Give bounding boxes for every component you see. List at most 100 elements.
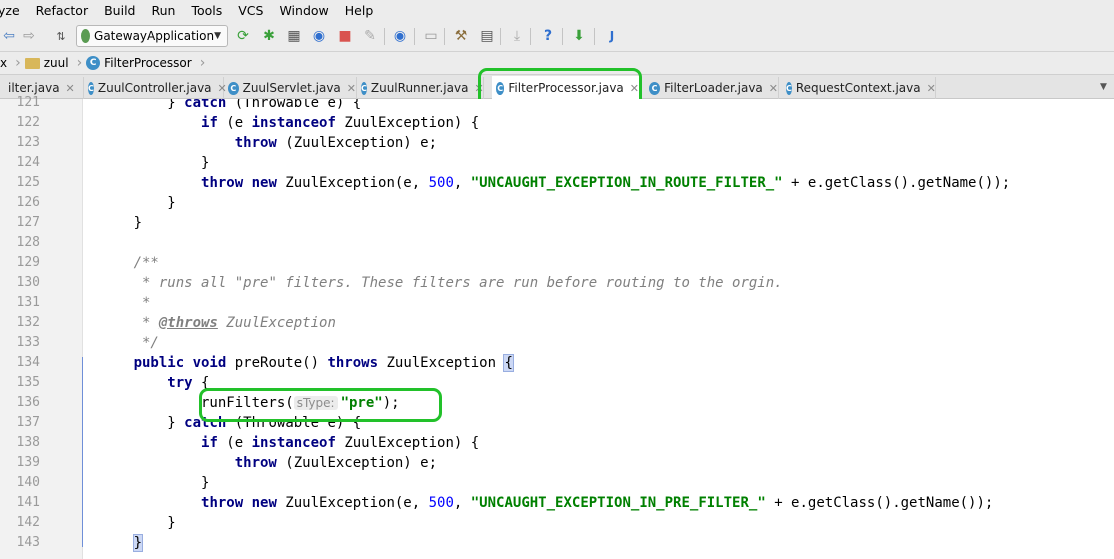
code-line: } (83, 155, 210, 171)
line-number: 123 (16, 135, 40, 150)
menu-run[interactable]: Run (143, 3, 183, 18)
line-number: 136 (16, 395, 40, 410)
line-number: 128 (16, 235, 40, 250)
breadcrumb: x › zuul › C FilterProcessor › (0, 52, 1114, 75)
close-icon[interactable]: ✕ (66, 82, 75, 95)
chevron-right-icon: › (76, 55, 83, 71)
line-number: 138 (16, 435, 40, 450)
chevron-down-icon: ▼ (214, 31, 221, 41)
tab-label: RequestContext.java (795, 81, 921, 95)
close-icon[interactable]: ✕ (630, 82, 639, 95)
rerun-icon[interactable]: ⟳ (234, 27, 252, 45)
code-editor[interactable]: } catch (Throwable e) { if (e instanceof… (83, 99, 1114, 559)
javadoc-text: * runs all "pre" filters. These filters … (142, 275, 783, 291)
tab-requestcontext[interactable]: C RequestContext.java ✕ (782, 77, 936, 99)
update-icon[interactable]: ◉ (391, 27, 409, 45)
menu-build[interactable]: Build (96, 3, 143, 18)
run-configuration-label: GatewayApplication (94, 29, 215, 43)
close-icon[interactable]: ✕ (474, 82, 483, 95)
download-icon[interactable]: ⤓ (508, 27, 526, 45)
menu-bar: yze Refactor Build Run Tools VCS Window … (0, 0, 1114, 21)
folder-icon (24, 57, 40, 69)
line-number: 137 (16, 415, 40, 430)
breadcrumb-item-filterprocessor[interactable]: C FilterProcessor (86, 56, 196, 70)
line-number: 131 (16, 295, 40, 310)
menu-refactor[interactable]: Refactor (28, 3, 96, 18)
toolbar-separator (562, 28, 563, 45)
code-line: * runs all "pre" filters. These filters … (83, 273, 1114, 293)
coverage-icon[interactable]: ▦ (285, 27, 303, 45)
toolbar: ⇦ ⇨ ⇅ GatewayApplication ▼ ⟳ ✱ ▦ ◉ ■ ✎ ◉… (0, 21, 1114, 52)
line-number: 143 (16, 535, 40, 550)
menu-help[interactable]: Help (337, 3, 382, 18)
route-filter-string: "UNCAUGHT_EXCEPTION_IN_ROUTE_FILTER_" (470, 175, 783, 191)
tab-zuulrunner[interactable]: C ZuulRunner.java ✕ (357, 77, 484, 99)
line-number: 134 (16, 355, 40, 370)
run-configuration-select[interactable]: GatewayApplication ▼ (76, 25, 228, 47)
class-icon: C (649, 81, 661, 95)
help-icon[interactable]: ? (539, 27, 557, 45)
code-line: } (83, 515, 176, 531)
pre-filter-string: "UNCAUGHT_EXCEPTION_IN_PRE_FILTER_" (470, 495, 766, 511)
settings-icon[interactable]: ⚒ (452, 27, 470, 45)
line-number: 133 (16, 335, 40, 350)
parameter-hint: sType: (293, 396, 338, 410)
close-icon[interactable]: ✕ (769, 82, 778, 95)
code-line: } (132, 534, 144, 552)
code-line: */ (83, 335, 159, 351)
vcs-icon[interactable]: ⬇ (570, 27, 588, 45)
project-structure-icon[interactable]: ▭ (422, 27, 440, 45)
tab-zuulcontroller[interactable]: C ZuulController.java ✕ (84, 77, 227, 99)
menu-vcs[interactable]: VCS (230, 3, 271, 18)
forward-icon[interactable]: ⇨ (20, 27, 38, 45)
back-icon[interactable]: ⇦ (0, 27, 18, 45)
tab-zuulservlet[interactable]: C ZuulServlet.java ✕ (224, 77, 357, 99)
line-number: 125 (16, 175, 40, 190)
chevron-right-icon: › (15, 55, 21, 71)
menu-window[interactable]: Window (271, 3, 336, 18)
editor-gutter: 121 122 123 124 125 126 127 128 129 130 … (0, 95, 99, 559)
close-icon[interactable]: ✕ (347, 82, 356, 95)
line-number: 141 (16, 495, 40, 510)
status-code: 500 (428, 175, 454, 191)
line-number: 135 (16, 375, 40, 390)
toolbar-separator (384, 28, 385, 45)
breadcrumb-label: x (0, 56, 8, 70)
code-line: } (83, 475, 210, 491)
line-number: 142 (16, 515, 40, 530)
close-icon[interactable]: ✕ (927, 82, 936, 95)
tab-label: ZuulServlet.java (242, 81, 341, 95)
tab-filterloader[interactable]: C FilterLoader.java ✕ (645, 77, 779, 99)
code-line: * (83, 295, 151, 311)
code-line: if (e instanceof ZuulException) { (201, 115, 480, 131)
debug-icon[interactable]: ✱ (260, 27, 278, 45)
tab-label: ZuulRunner.java (370, 81, 469, 95)
sort-icon[interactable]: ⇅ (52, 27, 70, 45)
breadcrumb-item-zuul[interactable]: zuul (24, 56, 73, 70)
line-number: 140 (16, 475, 40, 490)
code-line: } catch (Throwable e) { (83, 99, 362, 111)
code-line: throw (ZuulException) e; (234, 455, 438, 471)
menu-tools[interactable]: Tools (183, 3, 230, 18)
editor-tab-bar: ilter.java ✕ C ZuulController.java ✕ C Z… (0, 75, 1114, 100)
line-number: 122 (16, 115, 40, 130)
line-number: 129 (16, 255, 40, 270)
profile-icon[interactable]: ◉ (310, 27, 328, 45)
class-icon: C (86, 56, 101, 70)
chevron-down-icon[interactable]: ▼ (1100, 82, 1107, 92)
toolbar-separator (500, 28, 501, 45)
code-line: try { (167, 375, 210, 391)
menu-analyze[interactable]: yze (0, 3, 28, 18)
tab-filterprocessor[interactable]: C FilterProcessor.java ✕ (492, 76, 640, 100)
code-line: throw new ZuulException(e, 500, "UNCAUGH… (201, 175, 1011, 191)
jetbrains-icon[interactable]: J (603, 27, 621, 45)
line-number: 126 (16, 195, 40, 210)
breadcrumb-item[interactable]: x (0, 56, 11, 70)
attach-icon[interactable]: ✎ (361, 27, 379, 45)
sdk-icon[interactable]: ▤ (478, 27, 496, 45)
stop-icon[interactable]: ■ (336, 27, 354, 45)
line-number: 124 (16, 155, 40, 170)
toolbar-separator (414, 28, 415, 45)
class-icon: C (786, 81, 792, 95)
